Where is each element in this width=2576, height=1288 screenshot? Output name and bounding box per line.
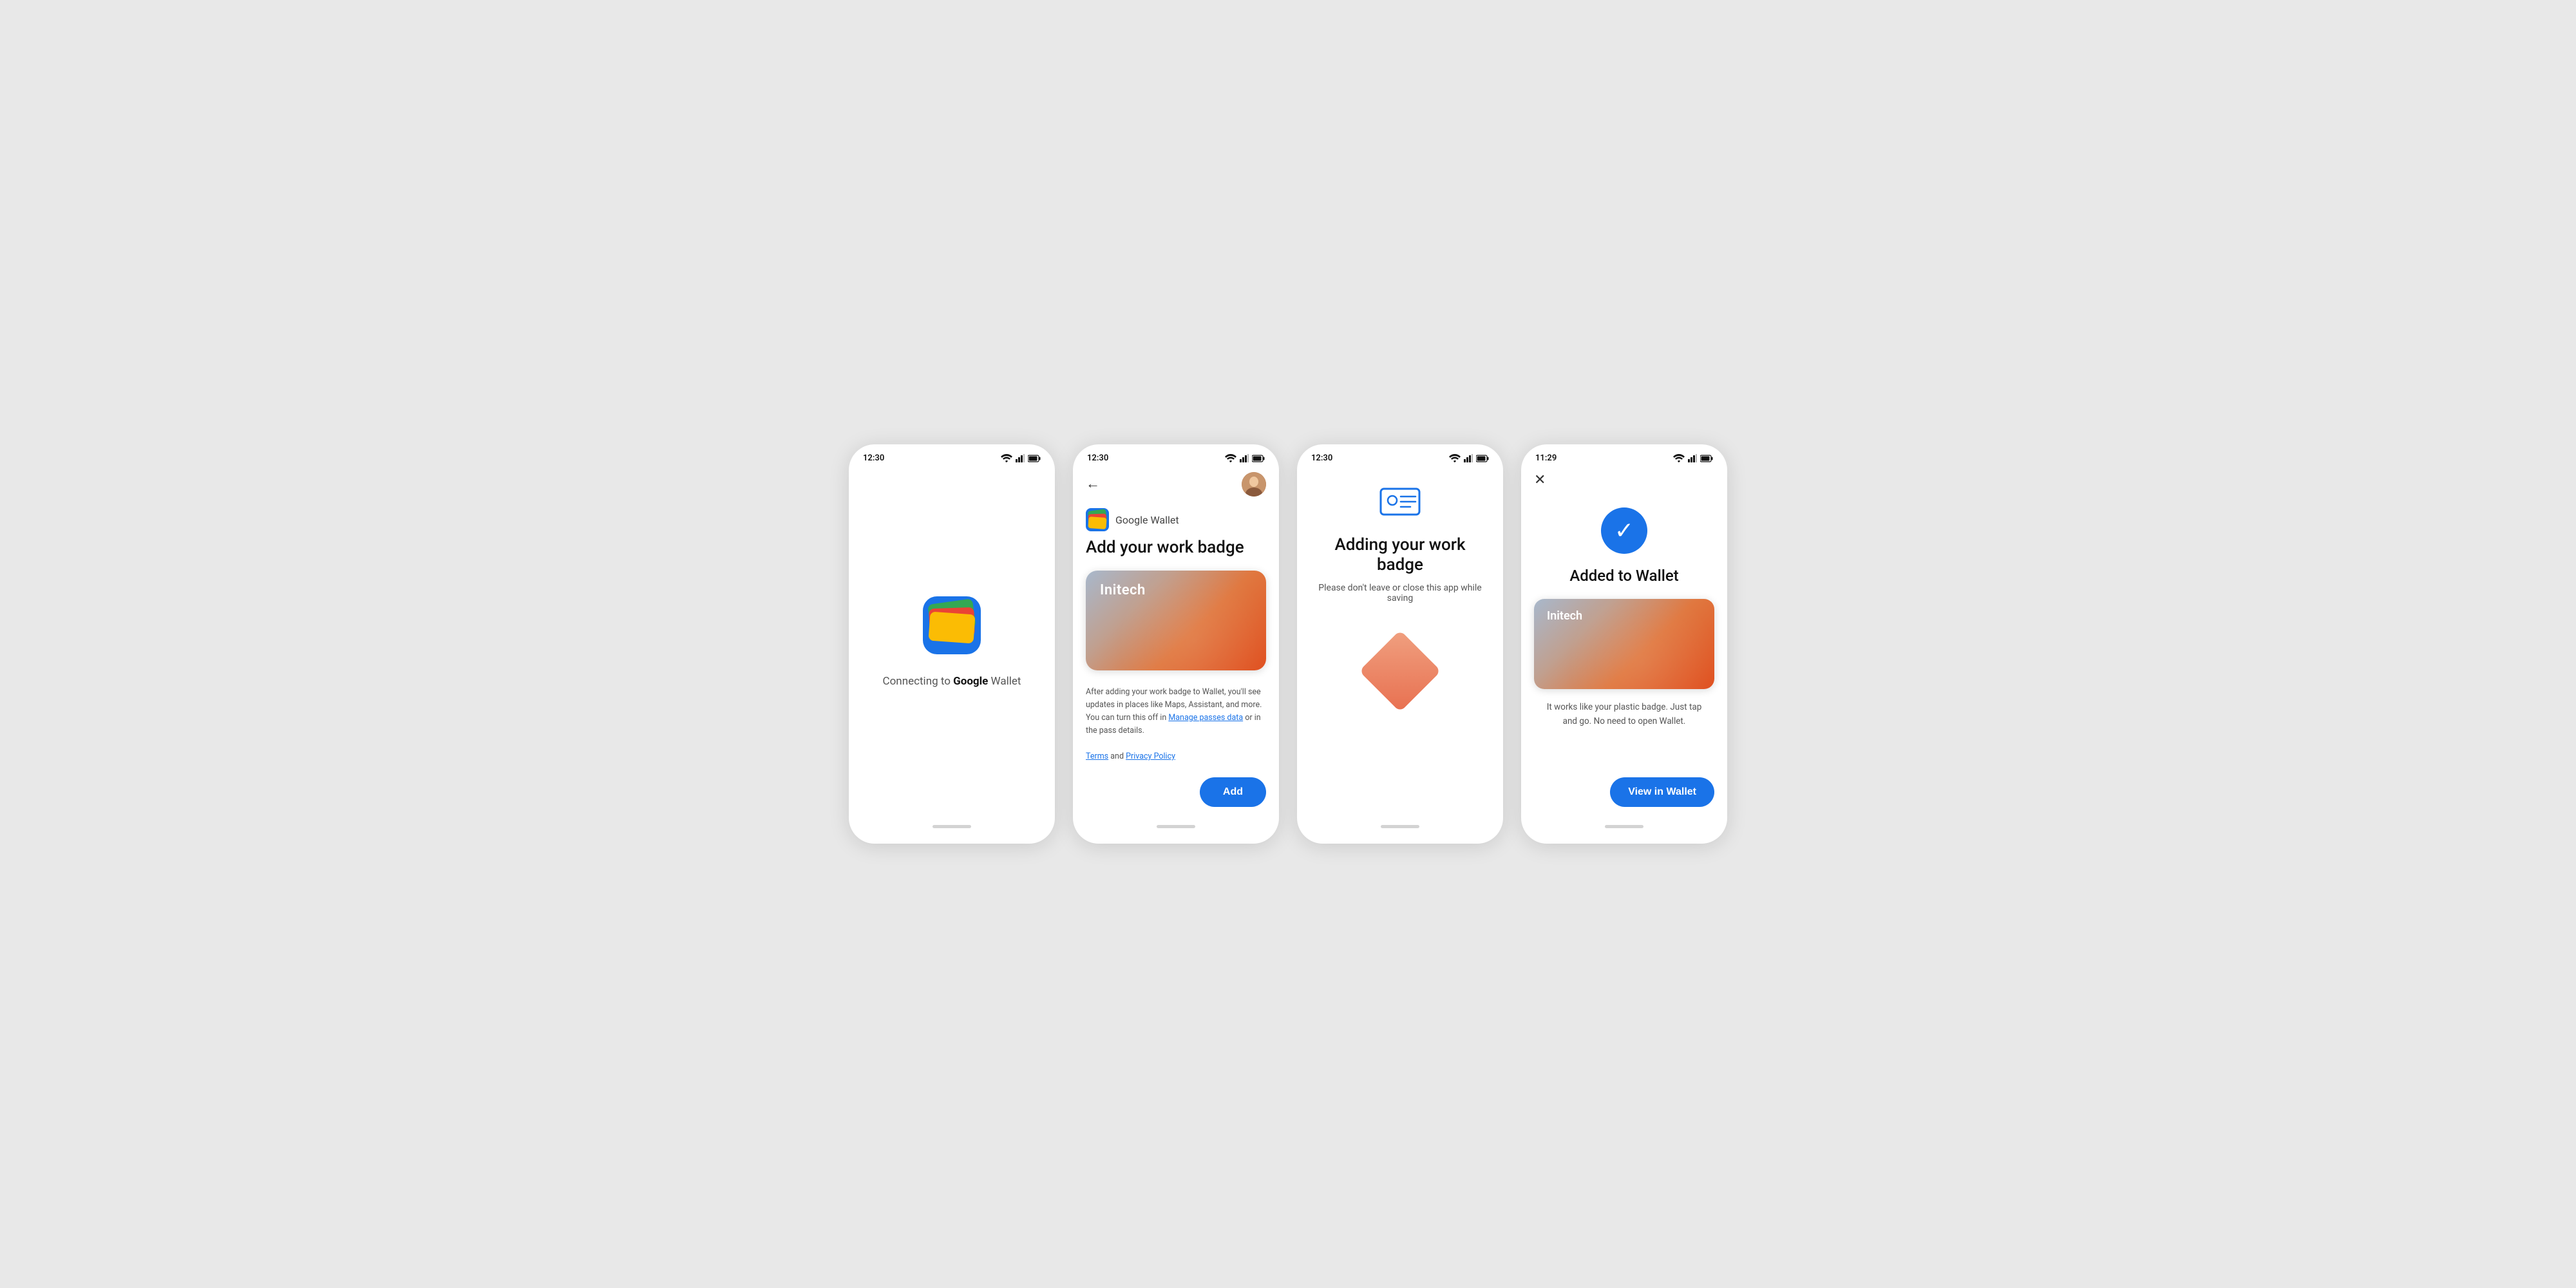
badge-card: Initech	[1086, 571, 1266, 670]
user-avatar[interactable]	[1242, 472, 1266, 497]
status-bar-3: 12:30	[1297, 444, 1503, 467]
time-1: 12:30	[863, 453, 884, 463]
signal-icon-4	[1688, 454, 1697, 462]
wifi-icon	[1001, 454, 1012, 462]
screen1-content: Connecting to Google Wallet	[849, 467, 1055, 817]
status-icons-3	[1449, 454, 1489, 462]
battery-icon	[1028, 455, 1041, 462]
screen3-title: Adding your work badge	[1312, 535, 1488, 575]
badge-card-small: Initech	[1534, 599, 1714, 689]
screen2-footer: After adding your work badge to Wallet, …	[1086, 683, 1266, 807]
top-nav: ←	[1086, 472, 1266, 497]
google-wallet-branding: Google Wallet	[1086, 508, 1266, 531]
screen2-content: ← Google Wallet Add your work badge	[1073, 467, 1279, 817]
badge-company-name: Initech	[1100, 582, 1146, 598]
success-circle: ✓	[1601, 507, 1647, 554]
privacy-link[interactable]: Privacy Policy	[1126, 752, 1175, 761]
screen3-content: Adding your work badge Please don't leav…	[1297, 467, 1503, 817]
id-card-icon-container	[1379, 486, 1421, 520]
status-icons-2	[1225, 454, 1265, 462]
signal-icon-3	[1464, 454, 1473, 462]
wifi-icon-4	[1673, 454, 1685, 462]
status-icons-4	[1673, 454, 1713, 462]
time-2: 12:30	[1087, 453, 1108, 463]
checkmark-icon: ✓	[1615, 519, 1634, 542]
footer-info-text: After adding your work badge to Wallet, …	[1086, 686, 1266, 763]
manage-passes-link[interactable]: Manage passes data	[1168, 713, 1243, 723]
close-button[interactable]: ✕	[1534, 472, 1714, 488]
status-bar-1: 12:30	[849, 444, 1055, 467]
google-wallet-big-icon	[923, 596, 981, 654]
brand-name: Google Wallet	[1115, 514, 1179, 526]
status-bar-4: 11:29	[1521, 444, 1727, 467]
terms-link[interactable]: Terms	[1086, 752, 1108, 761]
back-button[interactable]: ←	[1086, 477, 1100, 491]
status-icons-1	[1001, 454, 1041, 462]
home-indicator-2	[1157, 825, 1195, 828]
time-4: 11:29	[1535, 453, 1557, 463]
screen4-content: ✕ ✓ Added to Wallet Initech It works lik…	[1521, 467, 1727, 817]
id-card-icon	[1379, 486, 1421, 517]
wifi-icon-2	[1225, 454, 1236, 462]
badge-company-name-small: Initech	[1547, 609, 1582, 623]
screen4-description: It works like your plastic badge. Just t…	[1534, 701, 1714, 728]
signal-icon	[1016, 454, 1025, 462]
google-wallet-logo	[1086, 508, 1109, 531]
view-in-wallet-button[interactable]: View in Wallet	[1610, 777, 1714, 807]
signal-icon-2	[1240, 454, 1249, 462]
success-title: Added to Wallet	[1534, 567, 1714, 585]
battery-icon-4	[1700, 455, 1713, 462]
avatar-image	[1242, 472, 1266, 497]
screen2-phone: 12:30 ←	[1073, 444, 1279, 844]
screens-container: 12:30 Connecting to Google Wallet 12:30	[849, 444, 1727, 844]
battery-icon-2	[1252, 455, 1265, 462]
screen3-phone: 12:30 Adding your work badge Please don'…	[1297, 444, 1503, 844]
home-indicator-1	[933, 825, 971, 828]
screen1-phone: 12:30 Connecting to Google Wallet	[849, 444, 1055, 844]
battery-icon-3	[1476, 455, 1489, 462]
connecting-text: Connecting to Google Wallet	[883, 675, 1021, 688]
screen2-title: Add your work badge	[1086, 538, 1266, 558]
add-button[interactable]: Add	[1200, 777, 1266, 807]
home-indicator-3	[1381, 825, 1419, 828]
screen4-phone: 11:29 ✕ ✓ Added to Wallet Initech It wor…	[1521, 444, 1727, 844]
screen3-subtitle: Please don't leave or close this app whi…	[1312, 583, 1488, 603]
home-indicator-4	[1605, 825, 1643, 828]
time-3: 12:30	[1311, 453, 1332, 463]
status-bar-2: 12:30	[1073, 444, 1279, 467]
wifi-icon-3	[1449, 454, 1461, 462]
loading-diamond	[1359, 630, 1441, 712]
